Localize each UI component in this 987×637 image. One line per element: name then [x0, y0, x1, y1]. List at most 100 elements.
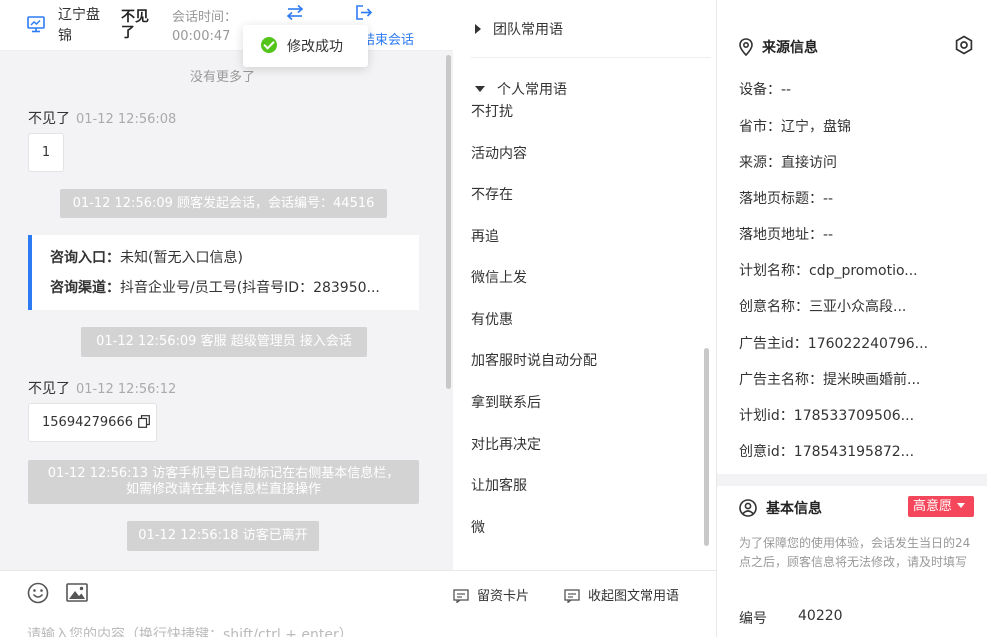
field-value: cdp_promotio...: [809, 263, 918, 279]
no-more-text: 没有更多了: [189, 70, 255, 85]
section-title-text: 基本信息: [766, 501, 822, 517]
message-time: 01-12 12:56:08: [76, 112, 177, 127]
visitor-location: 辽宁盘锦: [58, 7, 100, 44]
id-value: 40220: [798, 608, 843, 624]
caret-right-icon: [475, 24, 481, 34]
field-value: --: [823, 191, 834, 207]
field-value: 178533709506...: [793, 408, 915, 424]
field-value: 176022240796...: [807, 336, 929, 352]
field-label: 创意名称：: [739, 299, 809, 315]
message-icon: [564, 589, 580, 604]
field-label: 创意id：: [739, 444, 794, 460]
location-pin-icon: [739, 38, 753, 57]
success-toast: 修改成功: [243, 25, 368, 67]
session-time-value: 00:00:47: [172, 29, 231, 44]
emoji-icon[interactable]: [27, 582, 49, 608]
system-message: 01-12 12:56:09 顾客发起会话，会话编号：44516: [60, 189, 387, 218]
badge-label: 高意愿: [913, 499, 953, 514]
entry-value: 未知(暂无入口信息): [120, 250, 243, 266]
phrase-item[interactable]: 微信上发: [471, 267, 527, 287]
transfer-icon[interactable]: [286, 4, 304, 25]
source-info-title: 来源信息: [739, 37, 818, 57]
phrase-item[interactable]: 不存在: [471, 184, 513, 204]
monitor-icon: [27, 16, 45, 37]
phrase-item[interactable]: 活动内容: [471, 143, 527, 163]
phrases-panel: 团队常用语 个人常用语 不打扰 活动内容 不存在 再追 微信上发 有优惠 加客服…: [453, 0, 717, 637]
channel-value: 抖音企业号/员工号(抖音号ID：283950...: [120, 280, 380, 296]
exit-icon[interactable]: [355, 4, 373, 25]
lead-card-button[interactable]: 留资卡片: [453, 585, 529, 604]
field-value: 三亚小众高段...: [809, 299, 907, 315]
info-field-source: 来源：直接访问: [739, 152, 837, 172]
phrase-item[interactable]: 不打扰: [471, 101, 513, 121]
entry-label: 咨询入口：: [50, 250, 120, 266]
field-value: --: [823, 227, 834, 243]
info-field-landing-title: 落地页标题：--: [739, 188, 833, 208]
field-label: 落地页标题：: [739, 191, 823, 207]
edit-notice: 为了保障您的使用体验，会话发生当日的24点之后，顾客信息将无法修改，请及时填写: [739, 536, 971, 569]
check-circle-icon: [261, 37, 277, 53]
system-message: 01-12 12:56:09 客服 超级管理员 接入会话: [81, 327, 367, 357]
phrases-scrollbar-thumb[interactable]: [704, 348, 709, 546]
phrase-item[interactable]: 有优惠: [471, 309, 513, 329]
team-phrases-group[interactable]: 团队常用语: [475, 19, 563, 39]
field-value: 辽宁，盘锦: [781, 119, 851, 135]
field-value: 178543195872...: [793, 444, 915, 460]
channel-row: 咨询渠道：抖音企业号/员工号(抖音号ID：283950...: [50, 277, 380, 297]
phone-bubble: 15694279666: [28, 403, 157, 442]
entry-row: 咨询入口：未知(暂无入口信息): [50, 247, 243, 267]
sender-name: 不见了: [28, 111, 70, 127]
info-field-landing-url: 落地页地址：--: [739, 224, 833, 244]
end-session-button[interactable]: 结束会话: [362, 29, 414, 48]
phrase-item[interactable]: 拿到联系后: [471, 392, 541, 412]
phrase-item[interactable]: 对比再决定: [471, 434, 541, 454]
button-label: 收起图文常用语: [588, 589, 680, 604]
info-field-plan-name: 计划名称：cdp_promotio...: [739, 260, 918, 280]
collapse-phrases-button[interactable]: 收起图文常用语: [564, 585, 679, 604]
entry-card: 咨询入口：未知(暂无入口信息) 咨询渠道：抖音企业号/员工号(抖音号ID：283…: [28, 235, 419, 310]
field-label: 设备：: [739, 82, 781, 98]
field-value: 直接访问: [781, 155, 837, 171]
phrase-item[interactable]: 微: [471, 517, 485, 537]
channel-label: 咨询渠道：: [50, 280, 120, 296]
session-time-label: 会话时间：: [172, 10, 238, 25]
copy-icon[interactable]: [138, 406, 151, 443]
chat-scrollbar-thumb[interactable]: [446, 55, 451, 389]
field-value: --: [781, 82, 792, 98]
info-field-creative-id: 创意id：178543195872...: [739, 441, 914, 461]
phrase-item[interactable]: 加客服时说自动分配: [471, 350, 597, 370]
group-label: 团队常用语: [493, 22, 563, 38]
field-value: 提米映画婚前...: [823, 372, 921, 388]
field-label: 计划名称：: [739, 263, 809, 279]
message-time: 01-12 12:56:12: [76, 382, 177, 397]
card-icon: [453, 589, 469, 604]
chat-messages[interactable]: 没有更多了 不见了 01-12 12:56:08 1 01-12 12:56:09…: [0, 51, 453, 570]
chat-header: 辽宁盘锦 不见了 会话时间： 00:00:47 结束会话: [0, 0, 453, 51]
phone-number: 15694279666: [42, 415, 133, 430]
basic-info-title: 基本信息: [739, 498, 822, 518]
info-field-region: 省市：辽宁，盘锦: [739, 116, 851, 136]
field-label: 落地页地址：: [739, 227, 823, 243]
section-separator: [717, 474, 987, 486]
message-sender: 不见了 01-12 12:56:12: [28, 378, 176, 398]
field-label: 广告主id：: [739, 336, 808, 352]
field-label: 来源：: [739, 155, 781, 171]
image-icon[interactable]: [66, 583, 88, 606]
system-message: 01-12 12:56:18 访客已离开: [127, 521, 319, 551]
personal-phrases-group[interactable]: 个人常用语: [475, 79, 567, 99]
button-label: 留资卡片: [477, 589, 530, 604]
field-label: 广告主名称：: [739, 372, 823, 388]
settings-icon[interactable]: [954, 35, 974, 59]
toast-message: 修改成功: [287, 39, 343, 55]
divider: [471, 57, 711, 58]
phrase-item[interactable]: 让加客服: [471, 475, 527, 495]
system-line: 如需修改请在基本信息栏直接操作: [125, 482, 321, 497]
id-label: 编号: [739, 611, 767, 627]
section-title-text: 来源信息: [762, 40, 818, 56]
phrases-footer: 留资卡片 收起图文常用语: [453, 570, 717, 637]
intent-badge[interactable]: 高意愿: [908, 496, 974, 517]
chat-input[interactable]: 请输入您的内容（换行快捷键：shift/ctrl + enter）: [27, 624, 353, 637]
visitor-name: 不见了: [121, 9, 149, 41]
phrase-item[interactable]: 再追: [471, 226, 499, 246]
info-field-advertiser-id: 广告主id：176022240796...: [739, 333, 928, 353]
